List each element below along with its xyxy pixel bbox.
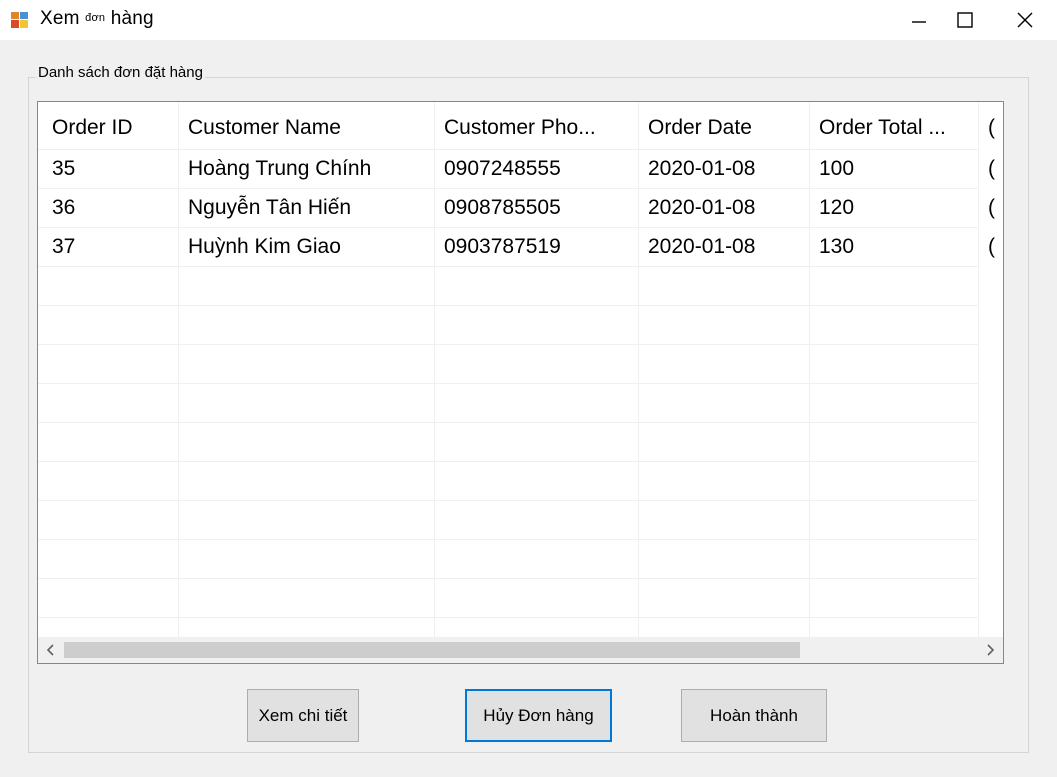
cancel-order-button[interactable]: Hủy Đơn hàng bbox=[465, 689, 612, 742]
grid-line bbox=[38, 500, 978, 501]
grid-line bbox=[38, 578, 978, 579]
chevron-left-icon bbox=[46, 644, 54, 656]
table-cell[interactable]: ( bbox=[988, 157, 995, 181]
table-cell[interactable]: 120 bbox=[819, 196, 854, 220]
table-cell[interactable]: Nguyễn Tân Hiến bbox=[188, 196, 351, 220]
scroll-right-button[interactable] bbox=[977, 637, 1003, 663]
horizontal-scrollbar[interactable] bbox=[38, 637, 1003, 663]
column-header-order-total[interactable]: Order Total ... bbox=[819, 116, 946, 140]
scroll-left-button[interactable] bbox=[38, 637, 64, 663]
grid-line bbox=[38, 188, 978, 189]
table-cell[interactable]: 0903787519 bbox=[444, 235, 561, 259]
view-detail-button[interactable]: Xem chi tiết bbox=[247, 689, 359, 742]
chevron-right-icon bbox=[987, 644, 995, 656]
table-cell[interactable]: 2020-01-08 bbox=[648, 196, 755, 220]
title-bar: Xem đơn hàng bbox=[0, 0, 1057, 40]
table-cell[interactable]: ( bbox=[988, 196, 995, 220]
column-header-order-date[interactable]: Order Date bbox=[648, 116, 752, 140]
close-icon bbox=[1017, 12, 1033, 28]
table-cell[interactable]: 37 bbox=[52, 235, 75, 259]
column-header-customer-phone[interactable]: Customer Pho... bbox=[444, 116, 596, 140]
table-cell[interactable]: 35 bbox=[52, 157, 75, 181]
maximize-icon bbox=[957, 12, 973, 28]
column-divider bbox=[638, 102, 639, 638]
table-cell[interactable]: 100 bbox=[819, 157, 854, 181]
table-cell[interactable]: 2020-01-08 bbox=[648, 235, 755, 259]
column-divider bbox=[178, 102, 179, 638]
table-cell[interactable]: Hoàng Trung Chính bbox=[188, 157, 371, 181]
grid-line bbox=[38, 227, 978, 228]
column-divider bbox=[978, 102, 979, 638]
close-button[interactable] bbox=[1002, 0, 1048, 40]
table-cell[interactable]: 0908785505 bbox=[444, 196, 561, 220]
grid-line bbox=[38, 617, 978, 618]
column-header-customer-name[interactable]: Customer Name bbox=[188, 116, 341, 140]
column-header-truncated[interactable]: ( bbox=[988, 116, 995, 140]
table-cell[interactable]: 130 bbox=[819, 235, 854, 259]
minimize-icon bbox=[912, 21, 926, 23]
column-divider bbox=[809, 102, 810, 638]
minimize-button[interactable] bbox=[896, 0, 942, 40]
orders-grid[interactable]: Order ID Customer Name Customer Pho... O… bbox=[37, 101, 1004, 664]
column-header-order-id[interactable]: Order ID bbox=[52, 116, 133, 140]
table-cell[interactable]: Huỳnh Kim Giao bbox=[188, 235, 341, 259]
groupbox-title: Danh sách đơn đặt hàng bbox=[36, 64, 205, 81]
maximize-button[interactable] bbox=[942, 0, 988, 40]
grid-line bbox=[38, 461, 978, 462]
window-title: Xem đơn hàng bbox=[40, 8, 154, 29]
app-icon bbox=[11, 12, 28, 28]
grid-line bbox=[38, 422, 978, 423]
scrollbar-thumb[interactable] bbox=[64, 642, 800, 658]
grid-line bbox=[38, 344, 978, 345]
table-cell[interactable]: ( bbox=[988, 235, 995, 259]
grid-line bbox=[38, 266, 978, 267]
grid-line bbox=[38, 539, 978, 540]
table-cell[interactable]: 36 bbox=[52, 196, 75, 220]
complete-button[interactable]: Hoàn thành bbox=[681, 689, 827, 742]
grid-line bbox=[38, 305, 978, 306]
table-cell[interactable]: 2020-01-08 bbox=[648, 157, 755, 181]
grid-line bbox=[38, 149, 978, 150]
grid-line bbox=[38, 383, 978, 384]
column-divider bbox=[434, 102, 435, 638]
table-cell[interactable]: 0907248555 bbox=[444, 157, 561, 181]
